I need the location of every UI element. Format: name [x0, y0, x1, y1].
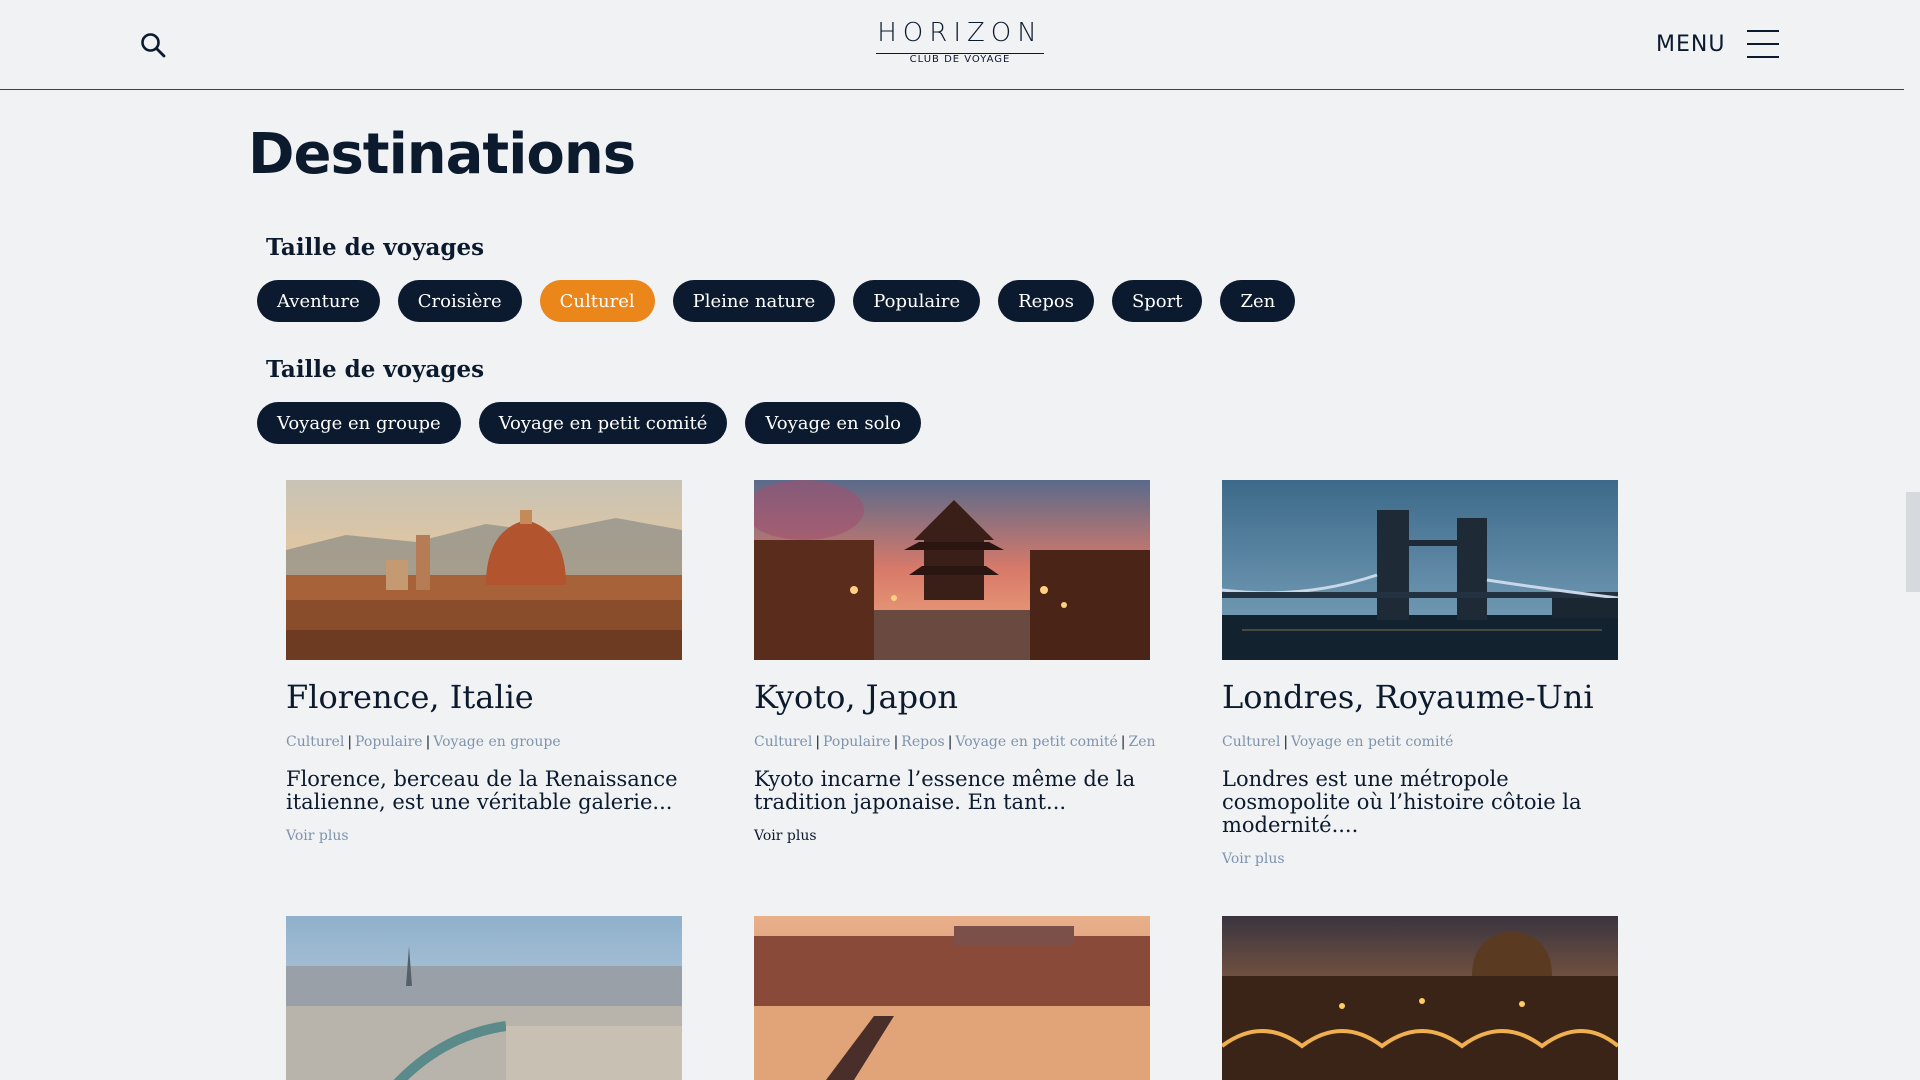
- tag-separator: |: [347, 734, 353, 750]
- search-icon[interactable]: [139, 31, 167, 59]
- page-title: Destinations: [248, 122, 636, 187]
- site-header: HORIZON CLUB DE VOYAGE MENU: [0, 0, 1904, 90]
- kyoto-photo[interactable]: [754, 480, 1150, 660]
- card-tags: Culturel | Populaire | Voyage en groupe: [286, 734, 682, 750]
- tag-link[interactable]: Repos: [901, 734, 944, 750]
- menu-button[interactable]: MENU: [1656, 26, 1780, 62]
- filter-chips-size: Voyage en groupe Voyage en petit comité …: [257, 402, 922, 444]
- tag-link[interactable]: Populaire: [355, 734, 423, 750]
- filter-heading-themes: Taille de voyages: [266, 234, 485, 261]
- chip-aventure[interactable]: Aventure: [257, 280, 380, 322]
- tag-link[interactable]: Voyage en petit comité: [1291, 734, 1453, 750]
- chip-pleine-nature[interactable]: Pleine nature: [672, 280, 836, 322]
- tag-link[interactable]: Culturel: [1222, 734, 1280, 750]
- voir-plus-link[interactable]: Voir plus: [754, 828, 817, 844]
- card-title[interactable]: Londres, Royaume-Uni: [1222, 678, 1618, 716]
- chip-sport[interactable]: Sport: [1111, 280, 1203, 322]
- card-description: Florence, berceau de la Renaissance ital…: [286, 767, 678, 814]
- hamburger-icon: [1747, 30, 1780, 58]
- tag-separator: |: [1283, 734, 1289, 750]
- voir-plus-link[interactable]: Voir plus: [1222, 851, 1285, 867]
- card-tags: Culturel | Populaire | Repos | Voyage en petit…: [754, 734, 1156, 750]
- menu-label: MENU: [1656, 31, 1726, 57]
- destination-card-kyoto: Kyoto, Japon Culturel | Populaire | Repos | Vo…: [754, 480, 1156, 844]
- scrollbar-thumb[interactable]: [1906, 492, 1920, 592]
- rome-photo[interactable]: [1222, 916, 1618, 1080]
- paris-photo[interactable]: [286, 916, 682, 1080]
- filter-heading-size: Taille de voyages: [266, 356, 485, 383]
- tag-link[interactable]: Voyage en groupe: [433, 734, 560, 750]
- chip-voyage-en-petit-comite[interactable]: Voyage en petit comité: [478, 402, 728, 444]
- card-tags: Culturel | Voyage en petit comité: [1222, 734, 1618, 750]
- chip-croisiere[interactable]: Croisière: [397, 280, 522, 322]
- chip-voyage-en-groupe[interactable]: Voyage en groupe: [257, 402, 461, 444]
- tag-link[interactable]: Populaire: [823, 734, 891, 750]
- chip-culturel[interactable]: Culturel: [539, 280, 655, 322]
- card-description: Londres est une métropole cosmopolite où…: [1222, 767, 1582, 837]
- tag-link[interactable]: Culturel: [286, 734, 344, 750]
- card-description: Kyoto incarne l’essence même de la tradi…: [754, 767, 1136, 814]
- tag-link[interactable]: Voyage en petit comité: [955, 734, 1117, 750]
- tag-separator: |: [815, 734, 821, 750]
- london-photo[interactable]: [1222, 480, 1618, 660]
- card-title[interactable]: Florence, Italie: [286, 678, 682, 716]
- tag-link[interactable]: Zen: [1128, 734, 1155, 750]
- chip-repos[interactable]: Repos: [998, 280, 1094, 322]
- chip-populaire[interactable]: Populaire: [853, 280, 981, 322]
- tag-separator: |: [893, 734, 899, 750]
- florence-photo[interactable]: [286, 480, 682, 660]
- voir-plus-link[interactable]: Voir plus: [286, 828, 349, 844]
- chip-zen[interactable]: Zen: [1220, 280, 1296, 322]
- tag-link[interactable]: Culturel: [754, 734, 812, 750]
- tag-separator: |: [425, 734, 431, 750]
- tag-separator: |: [947, 734, 953, 750]
- logo-subtitle: CLUB DE VOYAGE: [909, 54, 1011, 65]
- prague-photo[interactable]: [754, 916, 1150, 1080]
- logo-main-text: HORIZON: [877, 18, 1043, 48]
- filter-chips-themes: Aventure Croisière Culturel Pleine natur…: [257, 280, 1296, 322]
- destination-card-prague: [754, 916, 1150, 1080]
- destination-card-rome: [1222, 916, 1618, 1080]
- destination-card-florence: Florence, Italie Culturel | Populaire | Voya…: [286, 480, 682, 844]
- destination-card-paris: [286, 916, 682, 1080]
- chip-voyage-en-solo[interactable]: Voyage en solo: [745, 402, 922, 444]
- card-title[interactable]: Kyoto, Japon: [754, 678, 1150, 716]
- logo[interactable]: HORIZON CLUB DE VOYAGE: [874, 18, 1046, 70]
- tag-separator: |: [1120, 734, 1126, 750]
- destination-card-londres: Londres, Royaume-Uni Culturel | Voyage en …: [1222, 480, 1618, 867]
